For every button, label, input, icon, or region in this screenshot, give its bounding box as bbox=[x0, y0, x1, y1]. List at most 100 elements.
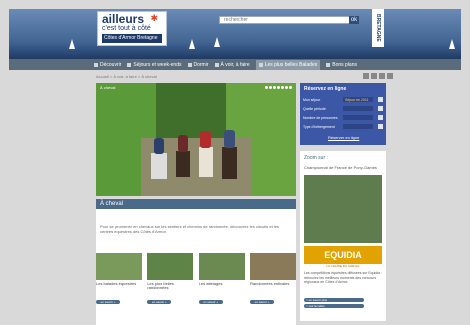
dropdown-icon[interactable] bbox=[378, 97, 383, 102]
logo-title: ailleurs bbox=[102, 12, 145, 26]
zoom-text: Championnat de France de Pony-Games bbox=[304, 165, 377, 170]
share-icon[interactable] bbox=[371, 73, 377, 79]
rider bbox=[224, 130, 235, 148]
page-tools bbox=[361, 73, 393, 79]
booking-label: Mon séjour bbox=[303, 98, 321, 102]
booking-link[interactable]: Réserver en ligne bbox=[328, 135, 359, 140]
nav-label: Découvrir bbox=[100, 61, 122, 68]
slide-dot[interactable] bbox=[273, 86, 276, 89]
booking-widget: Réservez en ligne Mon séjour Séjour en 2… bbox=[300, 83, 386, 145]
horse bbox=[222, 147, 237, 179]
booking-row: Type d'hébergement bbox=[303, 124, 383, 130]
more-button[interactable]: en savoir + bbox=[147, 300, 172, 304]
thumbnail-card[interactable]: Les plus belles randonnées en savoir + bbox=[147, 253, 194, 304]
slide-dot[interactable] bbox=[285, 86, 288, 89]
nav-bullet-icon bbox=[94, 62, 98, 67]
horse bbox=[151, 153, 167, 179]
slide-dot[interactable] bbox=[269, 86, 272, 89]
slide-dot[interactable] bbox=[289, 86, 292, 89]
booking-select[interactable] bbox=[343, 115, 373, 120]
more-button[interactable]: en savoir + bbox=[249, 300, 274, 304]
header-sea bbox=[9, 43, 461, 59]
zoom-description: Les compétitions équestres diffusées sur… bbox=[304, 271, 382, 284]
section-text: Pour se promener en chevaux sur les sent… bbox=[100, 224, 279, 234]
main-column: À cheval À cheval Pour se promener en ch… bbox=[96, 83, 296, 325]
horse bbox=[176, 151, 190, 177]
logo-region: Côtes d'Armor Bretagne bbox=[102, 34, 162, 43]
thumbnail-image bbox=[147, 253, 194, 280]
more-button[interactable]: en savoir + bbox=[96, 300, 120, 304]
dropdown-icon[interactable] bbox=[378, 124, 383, 129]
rider bbox=[200, 131, 211, 148]
sailboat-icon bbox=[449, 39, 455, 49]
more-info-button[interactable]: > en savoir plus bbox=[304, 298, 364, 302]
nav-bullet-icon bbox=[258, 62, 263, 67]
booking-label: Quelle période bbox=[303, 107, 326, 111]
nav-item-sleep[interactable]: Dormir bbox=[187, 61, 209, 68]
rider bbox=[154, 138, 164, 154]
nav-item-stays[interactable]: Séjours et week-ends bbox=[127, 61, 182, 68]
breadcrumb[interactable]: Accueil > À voir, à faire > À cheval bbox=[96, 74, 157, 79]
site-logo[interactable]: ailleurs ✱ c'est tout à côté Côtes d'Arm… bbox=[97, 11, 167, 46]
thumbnail-image bbox=[249, 253, 296, 280]
booking-title: Réservez en ligne bbox=[304, 86, 347, 92]
more-button[interactable]: en savoir + bbox=[198, 300, 223, 304]
booking-select[interactable] bbox=[343, 106, 373, 111]
nav-label: Les plus belles Balades bbox=[264, 61, 318, 68]
nav-bullet-icon bbox=[187, 62, 192, 67]
horse bbox=[199, 147, 213, 177]
booking-row: Quelle période bbox=[303, 106, 383, 112]
font-size-icon[interactable] bbox=[387, 73, 393, 79]
sun-icon: ✱ bbox=[150, 13, 158, 23]
page: ailleurs ✱ c'est tout à côté Côtes d'Arm… bbox=[0, 0, 470, 325]
thumbnail-list: Les balades équestres en savoir + Les pl… bbox=[96, 253, 296, 304]
video-button[interactable]: > voir la vidéo bbox=[304, 304, 364, 308]
thumbnail-caption: Les plus belles randonnées bbox=[147, 282, 174, 290]
nav-label: Séjours et week-ends bbox=[133, 61, 182, 68]
thumbnail-card[interactable]: Les attelages en savoir + bbox=[198, 253, 245, 304]
nav-item-walks[interactable]: Les plus belles Balades bbox=[255, 59, 321, 70]
logo-tagline: c'est tout à côté bbox=[102, 25, 151, 32]
bretagne-badge[interactable]: BRETAGNE bbox=[372, 9, 384, 47]
nav-item-discover[interactable]: Découvrir bbox=[94, 62, 121, 68]
nav-item-todo[interactable]: À voir, à faire bbox=[214, 62, 250, 68]
header: ailleurs ✱ c'est tout à côté Côtes d'Arm… bbox=[9, 9, 461, 59]
equidia-logo[interactable]: EQUIDIA bbox=[304, 246, 382, 264]
nav-label: Dormir bbox=[193, 61, 209, 68]
slide-dot[interactable] bbox=[277, 86, 280, 89]
zoom-panel: Zoom sur : Championnat de France de Pony… bbox=[300, 151, 386, 321]
zoom-title: Zoom sur : bbox=[304, 155, 328, 161]
slide-dot[interactable] bbox=[265, 86, 268, 89]
hero-caption: À cheval bbox=[100, 85, 116, 90]
equidia-tagline: LA CHAÎNE DU CHEVAL bbox=[304, 264, 382, 268]
main-nav: Découvrir Séjours et week-ends Dormir À … bbox=[9, 59, 461, 70]
booking-row: Nombre de personnes bbox=[303, 115, 383, 121]
search-button[interactable]: ok bbox=[349, 16, 359, 24]
print-icon[interactable] bbox=[363, 73, 369, 79]
nav-bullet-icon bbox=[326, 62, 331, 67]
search-input[interactable] bbox=[219, 16, 359, 24]
zoom-image[interactable] bbox=[304, 175, 382, 243]
nav-label: Bons plans bbox=[332, 61, 357, 68]
thumbnail-caption: Les attelages bbox=[198, 282, 223, 286]
thumbnail-card[interactable]: Les balades équestres en savoir + bbox=[96, 253, 142, 304]
booking-label: Type d'hébergement bbox=[303, 125, 335, 129]
thumbnail-card[interactable]: Randonnées estivales en savoir + bbox=[249, 253, 296, 304]
booking-select[interactable] bbox=[343, 124, 373, 129]
sailboat-icon bbox=[189, 39, 195, 49]
rider bbox=[178, 135, 188, 152]
dropdown-icon[interactable] bbox=[378, 106, 383, 111]
thumbnail-image bbox=[96, 253, 142, 280]
dropdown-icon[interactable] bbox=[378, 115, 383, 120]
nav-item-deals[interactable]: Bons plans bbox=[326, 62, 357, 68]
slide-dot[interactable] bbox=[281, 86, 284, 89]
nav-bullet-icon bbox=[127, 62, 132, 67]
nav-bullet-icon bbox=[214, 62, 219, 67]
hero-image: À cheval bbox=[96, 83, 296, 196]
booking-row: Mon séjour Séjour en 2011 bbox=[303, 97, 383, 103]
booking-label: Nombre de personnes bbox=[303, 116, 338, 120]
thumbnail-caption: Randonnées estivales bbox=[249, 282, 290, 286]
booking-select[interactable]: Séjour en 2011 bbox=[343, 97, 373, 102]
email-icon[interactable] bbox=[379, 73, 385, 79]
sailboat-icon bbox=[214, 37, 220, 47]
